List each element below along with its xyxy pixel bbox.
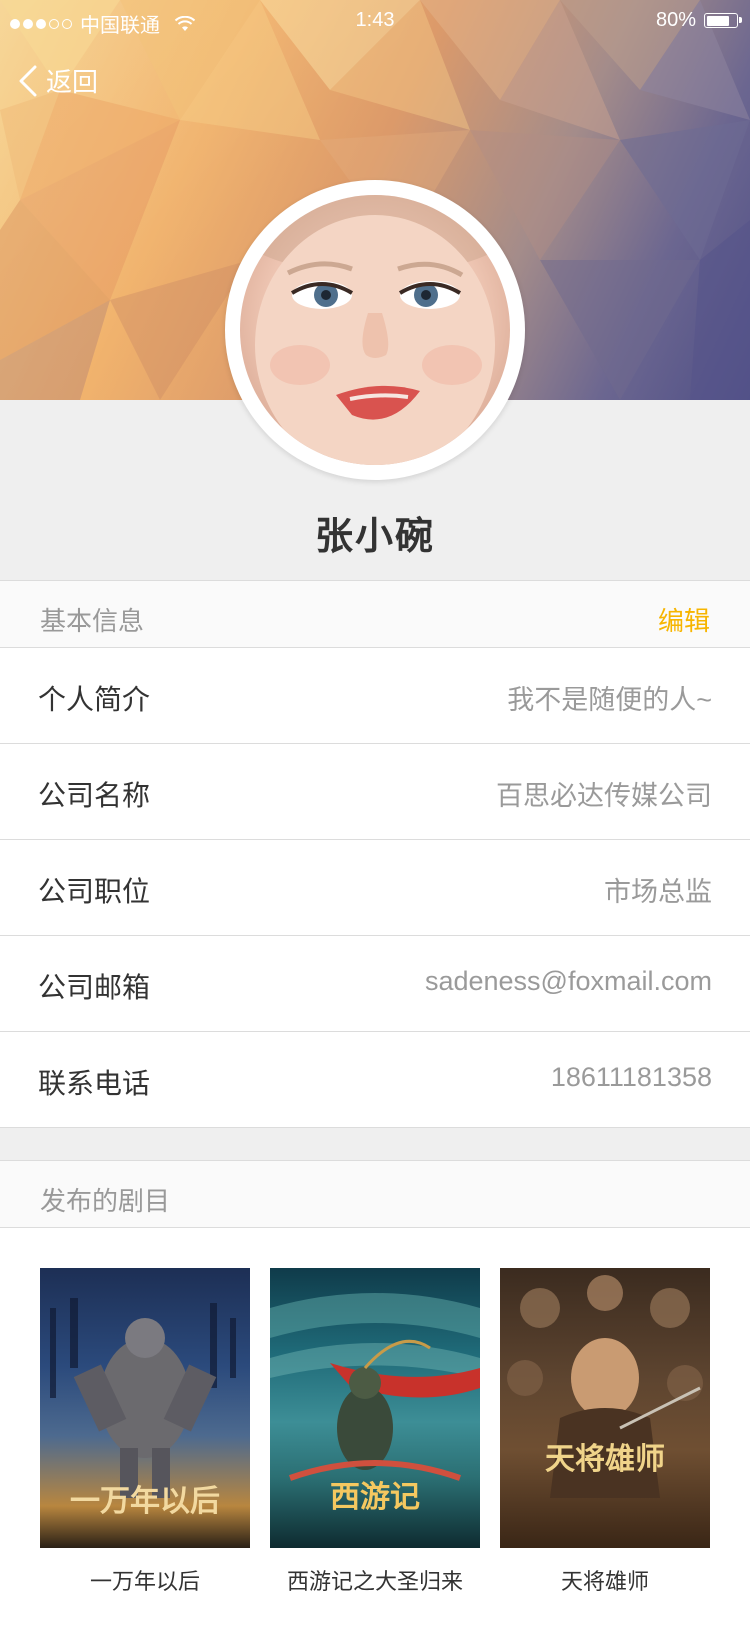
info-label: 联系电话 [38, 1068, 151, 1099]
edit-button[interactable]: 编辑 [658, 601, 710, 638]
poster-art [507, 1275, 703, 1498]
info-row-bio[interactable]: 个人简介 我不是随便的人~ [0, 648, 750, 744]
info-value: sadeness@foxmail.com [424, 966, 712, 996]
work-title: 一万年以后 [89, 1569, 200, 1594]
profile-screen: 中国联通 1:43 80% 返回 张小碗 基本信息 编辑 个人简介 我不是随便的… [0, 0, 750, 1630]
works-header: 发布的剧目 [0, 1160, 750, 1228]
status-time: 1:43 [355, 9, 395, 31]
back-button[interactable]: 返回 [18, 62, 98, 99]
chevron-left-icon [19, 65, 37, 96]
basic-info-title: 基本信息 [40, 606, 145, 636]
battery-icon [704, 13, 742, 28]
works-title: 发布的剧目 [40, 1186, 171, 1216]
battery-percent: 80% [655, 9, 696, 31]
poster-title-text: 西游记 [330, 1480, 420, 1515]
status-bar: 中国联通 1:43 80% [0, 0, 750, 40]
work-card-2[interactable]: 西游记 西游记之大圣归来 [270, 1268, 480, 1596]
basic-info-header: 基本信息 编辑 [0, 580, 750, 648]
info-value: 我不是随便的人~ [507, 685, 712, 715]
status-right: 80% [655, 9, 742, 32]
work-title: 天将雄师 [560, 1569, 649, 1594]
info-label: 公司职位 [38, 876, 151, 907]
poster-image: 一万年以后 [40, 1268, 250, 1548]
user-name: 张小碗 [314, 516, 435, 558]
work-card-3[interactable]: 天将雄师 天将雄师 [500, 1268, 710, 1596]
info-row-email[interactable]: 公司邮箱 sadeness@foxmail.com [0, 936, 750, 1032]
works-grid: 一万年以后 一万年以后 西游记 西游记之大圣归来 天将雄师 天将雄师 [0, 1228, 750, 1630]
poster-image: 天将雄师 [500, 1268, 710, 1548]
poster-title-text: 天将雄师 [545, 1442, 665, 1477]
basic-info-list: 个人简介 我不是随便的人~ 公司名称 百思必达传媒公司 公司职位 市场总监 公司… [0, 648, 750, 1128]
back-label: 返回 [46, 67, 99, 97]
info-value: 18611181358 [550, 1062, 712, 1092]
work-title: 西游记之大圣归来 [286, 1569, 463, 1594]
info-row-company-name[interactable]: 公司名称 百思必达传媒公司 [0, 744, 750, 840]
info-value: 市场总监 [604, 877, 712, 907]
info-label: 个人简介 [38, 684, 151, 715]
info-row-position[interactable]: 公司职位 市场总监 [0, 840, 750, 936]
avatar-frame[interactable] [225, 180, 525, 480]
info-label: 公司名称 [38, 780, 151, 811]
info-label: 公司邮箱 [38, 972, 151, 1003]
info-row-phone[interactable]: 联系电话 18611181358 [0, 1032, 750, 1128]
poster-title-text: 一万年以后 [70, 1484, 220, 1519]
poster-image: 西游记 [270, 1268, 480, 1548]
avatar [240, 195, 510, 465]
info-value: 百思必达传媒公司 [496, 781, 712, 811]
work-card-1[interactable]: 一万年以后 一万年以后 [40, 1268, 250, 1596]
avatar-photo [240, 195, 510, 465]
